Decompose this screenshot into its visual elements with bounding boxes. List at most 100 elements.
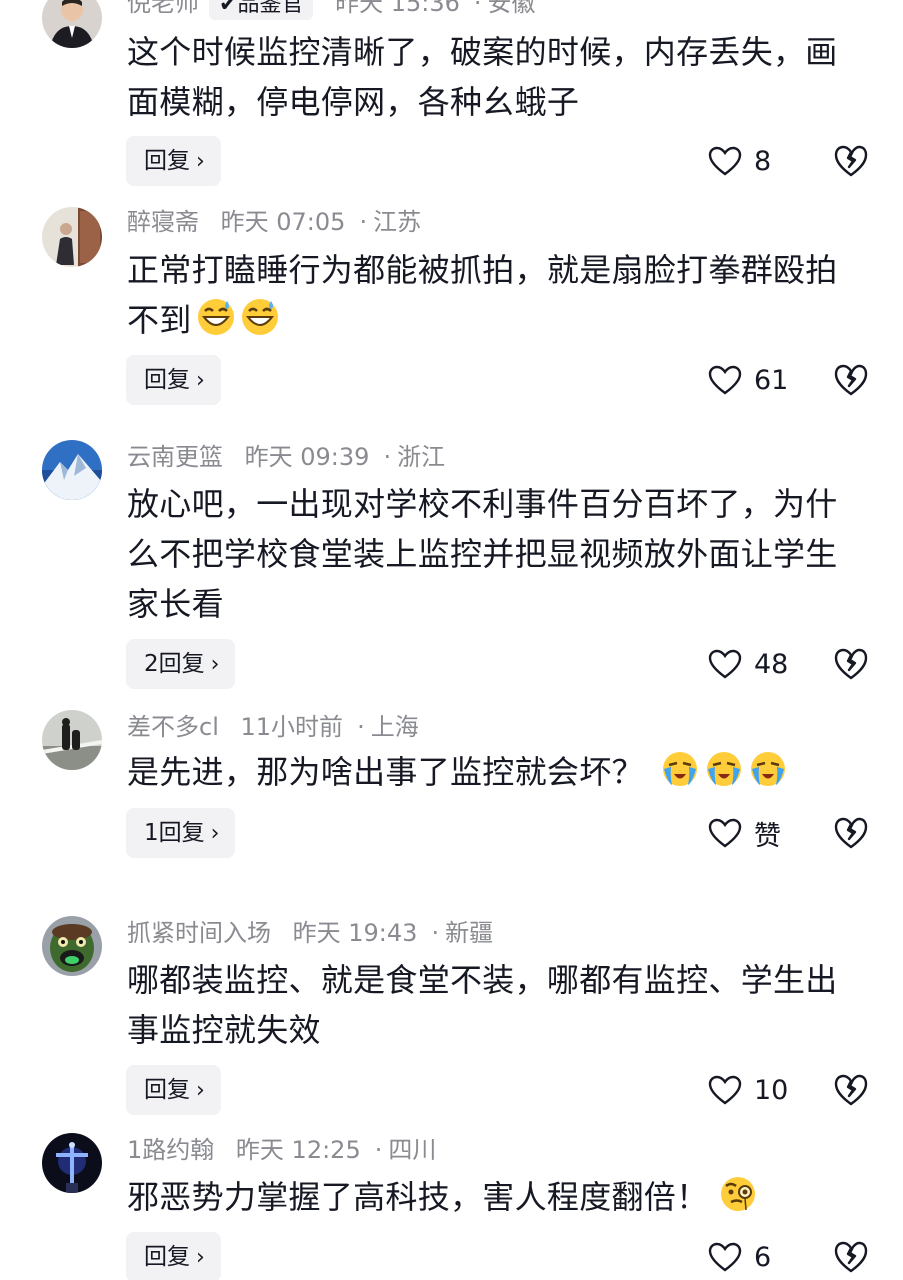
like-count: 8: [754, 145, 772, 177]
username[interactable]: 云南更篮: [127, 443, 223, 471]
username[interactable]: 抓紧时间入场: [127, 919, 271, 947]
username[interactable]: 倪老师: [127, 0, 199, 17]
reply-button[interactable]: 2回复 ›: [126, 639, 236, 689]
meta-separator: ·: [431, 919, 440, 947]
avatar[interactable]: [42, 710, 102, 770]
reply-label: 回复: [144, 148, 190, 174]
badge-label: 品鉴官: [237, 0, 304, 17]
comment-text: 放心吧，一出现对学校不利事件百分百坏了，为什 么不把学校食堂装上监控并把显视频放…: [127, 479, 872, 629]
like-button[interactable]: 61: [708, 355, 788, 405]
like-button[interactable]: 赞: [708, 808, 781, 858]
reply-button[interactable]: 回复 ›: [126, 355, 221, 405]
chevron-right-icon: ›: [196, 1078, 205, 1103]
chevron-right-icon: ›: [210, 821, 220, 846]
chevron-right-icon: ›: [196, 149, 205, 174]
reply-label: 回复: [144, 1077, 190, 1103]
avatar[interactable]: [42, 916, 102, 976]
like-count: 48: [754, 648, 789, 680]
username[interactable]: 差不多cl: [127, 713, 219, 741]
comment-line: 这个时候监控清晰了，破案的时候，内存丢失，画: [127, 33, 838, 71]
loudly-crying-emoji: [706, 752, 741, 786]
avatar[interactable]: [42, 0, 102, 48]
meta-separator: ·: [359, 208, 368, 236]
avatar[interactable]: [42, 207, 102, 267]
comment-text: 邪恶势力掌握了高科技，害人程度翻倍！: [127, 1172, 872, 1222]
reply-label: 回复: [144, 367, 190, 393]
reply-button[interactable]: 回复 ›: [126, 1232, 221, 1280]
comment-text: 这个时候监控清晰了，破案的时候，内存丢失，画 面模糊，停电停网，各种幺蛾子: [127, 27, 872, 127]
meta-separator: ·: [357, 713, 365, 741]
loudly-crying-emoji: [662, 752, 697, 786]
comment-line: 放心吧，一出现对学校不利事件百分百坏了，为什: [127, 485, 838, 523]
comment-line: 面模糊，停电停网，各种幺蛾子: [127, 83, 580, 121]
comment-line: 事监控就失效: [127, 1011, 321, 1049]
chevron-right-icon: ›: [196, 368, 205, 393]
comment-line: 是先进，那为啥出事了监控就会坏？: [127, 747, 872, 797]
like-count: 6: [754, 1241, 772, 1273]
like-button[interactable]: 10: [708, 1065, 788, 1115]
reply-button[interactable]: 1回复 ›: [126, 808, 236, 858]
reply-button[interactable]: 回复 ›: [126, 1065, 221, 1115]
comment-meta: 抓紧时间入场 昨天 19:43 · 新疆: [127, 918, 493, 948]
broken-heart-icon: [834, 648, 868, 680]
username[interactable]: 1路约翰: [127, 1136, 214, 1164]
broken-heart-icon: [834, 364, 868, 396]
comment-text: 哪都装监控、就是食堂不装，哪都有监控、学生出 事监控就失效: [127, 955, 872, 1055]
broken-heart-icon: [834, 1074, 868, 1106]
comment-meta: 差不多cl 11小时前 · 上海: [127, 712, 419, 742]
comment-location: 新疆: [445, 919, 494, 947]
chevron-right-icon: ›: [196, 1245, 205, 1270]
comment-line-text: 不到: [127, 301, 192, 339]
face-with-monocle-emoji: [721, 1177, 756, 1211]
like-button[interactable]: 8: [708, 136, 771, 186]
comment-line: 家长看: [127, 585, 224, 623]
reply-label: 1回复: [144, 820, 205, 846]
comment-time: 昨天 15:36: [335, 0, 460, 17]
comment-line: 正常打瞌睡行为都能被抓拍，就是扇脸打拳群殴拍: [127, 251, 838, 289]
broken-heart-icon: [834, 817, 868, 849]
comment-line: 邪恶势力掌握了高科技，害人程度翻倍！: [127, 1172, 872, 1222]
comment-line: 哪都装监控、就是食堂不装，哪都有监控、学生出: [127, 961, 838, 999]
dislike-button[interactable]: [833, 1239, 869, 1275]
avatar[interactable]: [42, 1133, 102, 1193]
dislike-button[interactable]: [833, 143, 869, 179]
comment-location: 江苏: [373, 208, 422, 236]
like-button[interactable]: 48: [708, 639, 788, 689]
meta-separator: ·: [383, 443, 392, 471]
like-count: 赞: [754, 820, 781, 852]
heart-icon: [708, 365, 742, 395]
broken-heart-icon: [834, 1241, 868, 1273]
like-count: 10: [754, 1074, 789, 1106]
chevron-right-icon: ›: [210, 652, 220, 677]
avatar[interactable]: [42, 440, 102, 500]
heart-icon: [708, 818, 742, 848]
heart-icon: [708, 1075, 742, 1105]
username[interactable]: 醉寝斋: [127, 208, 199, 236]
reply-label: 2回复: [144, 651, 205, 677]
loudly-crying-emoji: [750, 752, 785, 786]
comment-meta: 倪老师 ✔品鉴官 昨天 15:36 · 安徽: [127, 0, 536, 20]
comment-time: 11小时前: [240, 713, 344, 741]
dislike-button[interactable]: [833, 362, 869, 398]
grinning-sweat-emoji: [241, 299, 278, 335]
comment-location: 浙江: [397, 443, 446, 471]
reply-label: 回复: [144, 1244, 190, 1270]
dislike-button[interactable]: [833, 815, 869, 851]
comment-time: 昨天 09:39: [244, 443, 370, 471]
reply-button[interactable]: 回复 ›: [126, 136, 221, 186]
comment-line: 不到: [127, 295, 872, 345]
comment-location: 四川: [388, 1136, 437, 1164]
comment-time: 昨天 19:43: [292, 919, 418, 947]
grinning-sweat-emoji: [197, 299, 234, 335]
comment-line-text: 是先进，那为啥出事了监控就会坏？: [127, 753, 644, 791]
comment-text: 是先进，那为啥出事了监控就会坏？: [127, 747, 872, 797]
dislike-button[interactable]: [833, 1072, 869, 1108]
meta-separator: ·: [374, 1136, 383, 1164]
broken-heart-icon: [834, 145, 868, 177]
like-button[interactable]: 6: [708, 1232, 771, 1280]
comment-time: 昨天 07:05: [220, 208, 346, 236]
heart-icon: [708, 649, 742, 679]
comment-location: 安徽: [487, 0, 536, 17]
comment-line-text: 邪恶势力掌握了高科技，害人程度翻倍！: [127, 1178, 709, 1216]
dislike-button[interactable]: [833, 646, 869, 682]
